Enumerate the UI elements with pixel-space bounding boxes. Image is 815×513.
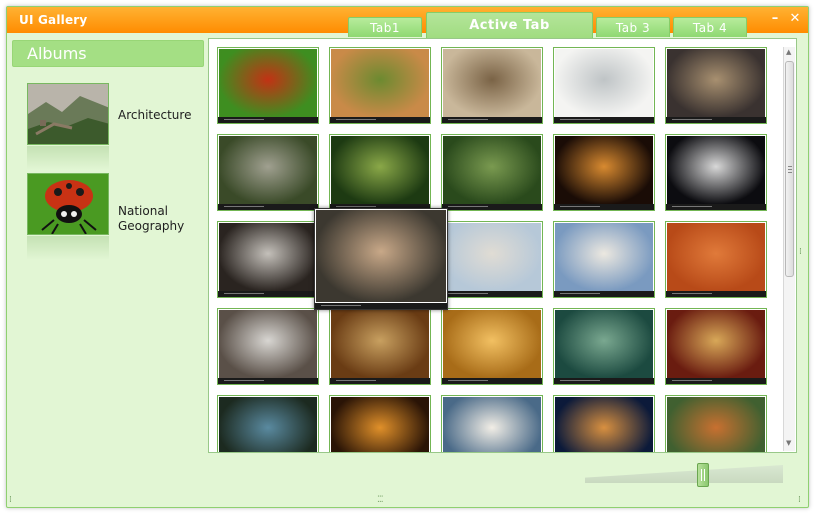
album-national-geography[interactable]: National Geography — [27, 173, 202, 260]
golden-plain-image — [443, 310, 541, 378]
minimize-icon[interactable]: – — [767, 11, 783, 27]
resize-grip-icon[interactable]: ⁞ — [799, 247, 802, 257]
city-evening-image — [555, 397, 653, 452]
photo-grid — [208, 38, 797, 453]
leopard-cat-image — [667, 49, 765, 117]
scroll-up-icon[interactable]: ▲ — [786, 48, 791, 56]
photo-frogs-on-rock[interactable] — [329, 134, 431, 211]
cathedral-night-image — [555, 136, 653, 204]
photo-river-canyon[interactable] — [217, 395, 319, 452]
ladybug-thumbnail-icon — [27, 173, 109, 235]
lynx-cave-image — [219, 223, 317, 291]
zoom-slider-handle[interactable] — [696, 463, 709, 487]
photo-winter-wolves[interactable] — [217, 308, 319, 385]
photo-leopard-cat[interactable] — [665, 47, 767, 124]
app-title: UI Gallery — [19, 13, 88, 27]
resize-grip-icon[interactable]: ⁞ — [9, 495, 12, 505]
cougar-cub-image — [316, 210, 446, 302]
polar-bears-playing-image — [555, 223, 653, 291]
photo-polar-bears-playing[interactable] — [553, 221, 655, 298]
stag-image — [331, 310, 429, 378]
photo-ladybug[interactable] — [217, 47, 319, 124]
ladybug-image — [219, 49, 317, 117]
tab-3[interactable]: Tab 3 — [596, 17, 670, 37]
photo-stag[interactable] — [329, 308, 431, 385]
frogs-on-rock-image — [331, 136, 429, 204]
photo-golden-plain[interactable] — [441, 308, 543, 385]
penguins-image — [667, 136, 765, 204]
photo-cathedral-night[interactable] — [553, 134, 655, 211]
cheetahs-image — [667, 310, 765, 378]
arctic-fox-image — [555, 49, 653, 117]
album-label: Architecture — [118, 108, 192, 122]
photo-lynx-cave[interactable] — [217, 221, 319, 298]
polar-bears-shore-image — [443, 223, 541, 291]
great-wall-thumbnail-icon — [27, 83, 109, 145]
tree-frog-jungle-image — [219, 136, 317, 204]
close-icon[interactable]: ✕ — [787, 11, 803, 27]
forest-image — [443, 136, 541, 204]
river-canyon-image — [219, 397, 317, 452]
photo-japanese-garden[interactable] — [665, 395, 767, 452]
sheep-herd-image — [443, 49, 541, 117]
albums-header: Albums — [12, 40, 204, 67]
photo-white-flower[interactable] — [441, 395, 543, 452]
winter-wolves-image — [219, 310, 317, 378]
photo-sheep-herd[interactable] — [441, 47, 543, 124]
gallery-window: UI Gallery – ✕ Tab1 Active Tab Tab 3 Tab… — [6, 6, 809, 508]
resize-grip-icon[interactable]: ⁚⁚⁚ — [377, 495, 384, 505]
white-flower-image — [443, 397, 541, 452]
photo-desert-town[interactable] — [329, 47, 431, 124]
photo-tree-frog-jungle[interactable] — [217, 134, 319, 211]
manatee-image — [555, 310, 653, 378]
lit-street-image — [331, 397, 429, 452]
album-label: National Geography — [118, 204, 185, 233]
resize-grip-icon[interactable]: ⁞ — [798, 495, 801, 505]
tab-1[interactable]: Tab1 — [348, 17, 422, 37]
japanese-garden-image — [667, 397, 765, 452]
red-dunes-image — [667, 223, 765, 291]
photo-polar-bears-shore[interactable] — [441, 221, 543, 298]
album-architecture[interactable]: Architecture — [27, 83, 202, 170]
photo-forest[interactable] — [441, 134, 543, 211]
scroll-down-icon[interactable]: ▼ — [786, 439, 791, 447]
tab-4[interactable]: Tab 4 — [673, 17, 747, 37]
desert-town-image — [331, 49, 429, 117]
scroll-thumb[interactable] — [785, 61, 794, 277]
photo-cougar-cub[interactable] — [314, 208, 448, 310]
photo-arctic-fox[interactable] — [553, 47, 655, 124]
photo-cheetahs[interactable] — [665, 308, 767, 385]
photo-manatee[interactable] — [553, 308, 655, 385]
photo-city-evening[interactable] — [553, 395, 655, 452]
vertical-scrollbar[interactable]: ▲ ▼ — [783, 47, 795, 451]
photo-red-dunes[interactable] — [665, 221, 767, 298]
photo-penguins[interactable] — [665, 134, 767, 211]
photo-lit-street[interactable] — [329, 395, 431, 452]
tab-active[interactable]: Active Tab — [426, 12, 593, 38]
